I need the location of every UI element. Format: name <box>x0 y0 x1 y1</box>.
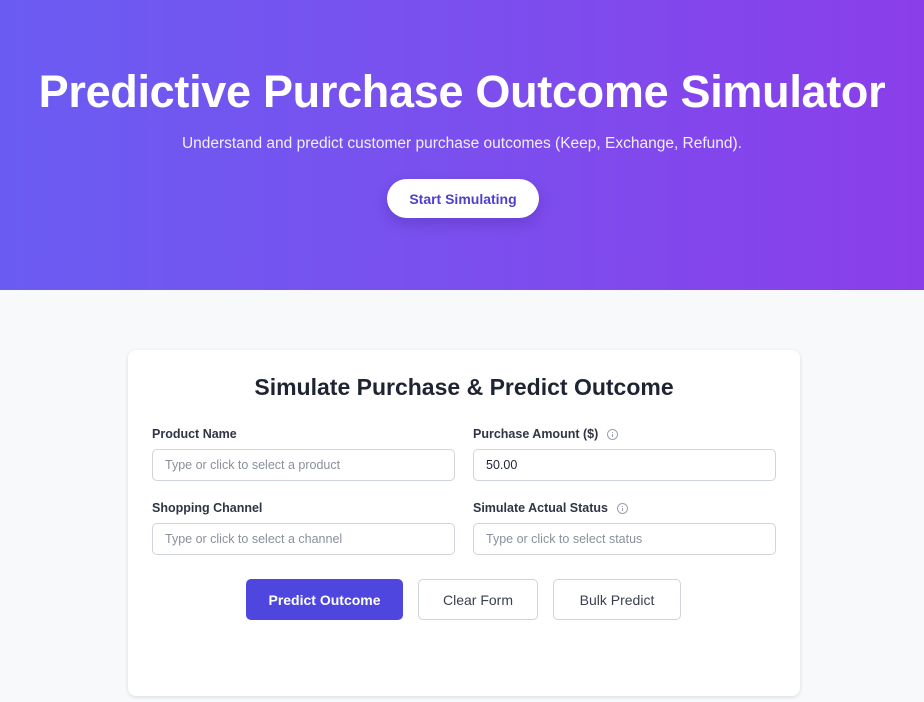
purchase-amount-label: Purchase Amount ($) <box>473 427 619 441</box>
info-icon[interactable] <box>607 428 619 440</box>
page-title: Predictive Purchase Outcome Simulator <box>38 66 886 117</box>
start-simulating-button[interactable]: Start Simulating <box>387 179 539 218</box>
actual-status-input[interactable] <box>473 523 776 555</box>
info-icon[interactable] <box>617 502 628 514</box>
page-subtitle: Understand and predict customer purchase… <box>181 135 743 152</box>
product-name-label: Product Name <box>152 427 237 441</box>
hero-banner: Predictive Purchase Outcome Simulator Un… <box>0 0 924 290</box>
clear-form-button[interactable]: Clear Form <box>418 579 538 620</box>
bulk-predict-button[interactable]: Bulk Predict <box>553 579 681 620</box>
shopping-channel-input[interactable] <box>152 523 455 555</box>
simulation-form-card: Simulate Purchase & Predict Outcome Prod… <box>128 350 800 696</box>
actual-status-label-text: Simulate Actual Status <box>473 501 608 515</box>
product-name-label-text: Product Name <box>152 427 237 441</box>
actual-status-label: Simulate Actual Status <box>473 501 628 515</box>
form-title: Simulate Purchase & Predict Outcome <box>254 374 674 400</box>
shopping-channel-label-text: Shopping Channel <box>152 501 263 515</box>
product-name-input[interactable] <box>152 449 455 481</box>
purchase-amount-label-text: Purchase Amount ($) <box>473 427 599 441</box>
purchase-amount-input[interactable] <box>473 449 776 481</box>
shopping-channel-label: Shopping Channel <box>152 501 262 515</box>
predict-outcome-button[interactable]: Predict Outcome <box>246 579 403 620</box>
